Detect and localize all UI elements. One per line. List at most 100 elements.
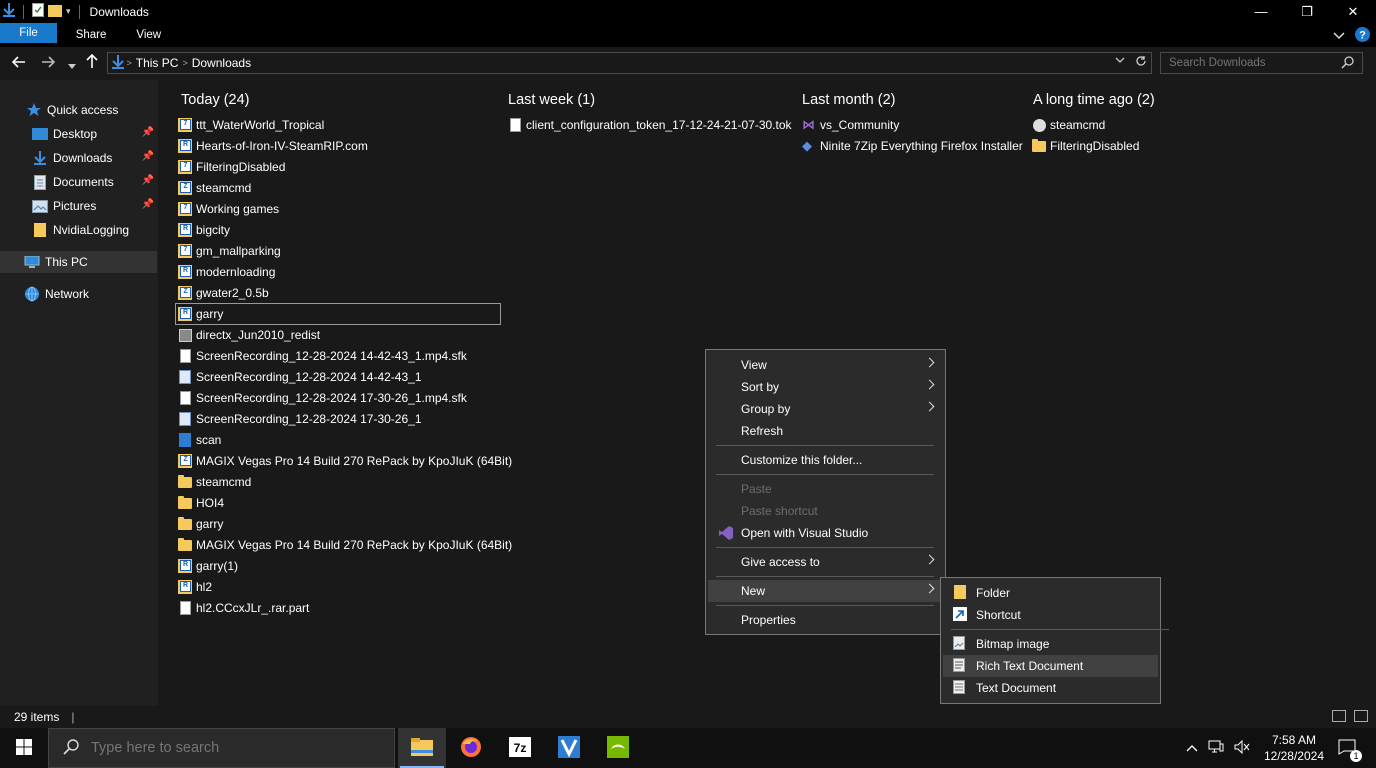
notification-center-icon[interactable]: 1 [1338,739,1362,762]
list-item[interactable]: ttt_WaterWorld_Tropical [178,115,324,135]
menu-item-new-bitmap[interactable]: Bitmap image [943,633,1158,655]
group-header-today[interactable]: Today (24) [181,92,250,108]
search-input[interactable] [1169,57,1339,69]
menu-item-view[interactable]: View [708,354,943,376]
menu-item-give-access[interactable]: Give access to [708,551,943,573]
pin-icon[interactable]: 📌 [142,151,154,162]
list-item[interactable]: garry [175,303,501,325]
list-item[interactable]: Working games [178,199,279,219]
breadcrumb-this-pc[interactable]: This PC [136,56,179,70]
maximize-button[interactable]: ❐ [1284,0,1330,23]
tab-view[interactable]: View [121,23,176,47]
tab-file[interactable]: File [0,23,57,43]
list-item[interactable]: hl2 [178,577,212,597]
list-item[interactable]: modernloading [178,262,275,282]
nav-item-documents[interactable]: Documents 📌 [0,171,157,193]
customize-toolbar-chevron-icon[interactable]: ▾ [66,6,71,17]
start-button[interactable] [0,728,48,768]
list-item[interactable]: ScreenRecording_12-28-2024 14-42-43_1.mp… [178,346,467,366]
show-hidden-icons-chevron-icon[interactable] [1186,741,1198,755]
nav-quick-access[interactable]: Quick access [0,99,157,121]
list-item[interactable]: ScreenRecording_12-28-2024 17-30-26_1.mp… [178,388,467,408]
list-item[interactable]: steamcmd [1032,115,1105,135]
list-item[interactable]: HOI4 [178,493,224,513]
list-item[interactable]: MAGIX Vegas Pro 14 Build 270 RePack by K… [178,535,512,555]
list-item[interactable]: steamcmd [178,178,251,198]
recent-locations-chevron-icon[interactable] [68,57,76,73]
clock[interactable]: 7:58 AM 12/28/2024 [1264,732,1324,764]
list-item[interactable]: bigcity [178,220,230,240]
group-header-long-ago[interactable]: A long time ago (2) [1033,92,1155,108]
address-bar[interactable]: > This PC > Downloads [107,52,1152,74]
menu-item-sort-by[interactable]: Sort by [708,376,943,398]
pin-icon[interactable]: 📌 [142,199,154,210]
breadcrumb-separator-icon[interactable]: > [124,58,132,68]
tab-share[interactable]: Share [61,23,122,47]
list-item[interactable]: directx_Jun2010_redist [178,325,320,345]
list-item[interactable]: garry [178,514,223,534]
list-item[interactable]: Hearts-of-Iron-IV-SteamRIP.com [178,136,368,156]
taskbar-firefox[interactable] [447,728,495,768]
list-item[interactable]: gwater2_0.5b [178,283,269,303]
nav-this-pc[interactable]: This PC [0,251,157,273]
pin-icon[interactable]: 📌 [142,127,154,138]
taskbar-vegas[interactable] [545,728,593,768]
address-history-chevron-icon[interactable] [1115,55,1125,70]
new-folder-icon[interactable] [48,3,62,20]
list-item[interactable]: steamcmd [178,472,251,492]
group-header-last-week[interactable]: Last week (1) [508,92,595,108]
close-button[interactable]: ✕ [1330,0,1376,23]
search-box[interactable] [1160,52,1363,74]
taskbar-search-box[interactable] [48,728,395,768]
list-item[interactable]: ⋈ vs_Community [802,115,899,135]
list-item[interactable]: hl2.CCcxJLr_.rar.part [178,598,309,618]
menu-item-new-shortcut[interactable]: Shortcut [943,604,1158,626]
menu-item-customize-folder[interactable]: Customize this folder... [708,449,943,471]
network-tray-icon[interactable] [1208,740,1224,757]
pin-icon[interactable]: 📌 [142,175,154,186]
list-item[interactable]: ScreenRecording_12-28-2024 17-30-26_1 [178,409,422,429]
breadcrumb-separator-icon[interactable]: > [182,58,187,68]
nav-item-desktop[interactable]: Desktop 📌 [0,123,157,145]
taskbar-nvidia[interactable] [594,728,642,768]
list-item[interactable]: ◆ Ninite 7Zip Everything Firefox Install… [802,136,1023,156]
breadcrumb-downloads[interactable]: Downloads [192,56,251,70]
nav-item-pictures[interactable]: Pictures 📌 [0,195,157,217]
volume-muted-icon[interactable] [1234,739,1250,757]
taskbar-file-explorer[interactable] [398,728,446,768]
taskbar-search-input[interactable] [91,740,371,756]
list-item[interactable]: FilteringDisabled [178,157,285,177]
nav-network[interactable]: Network [0,283,157,305]
list-item[interactable]: MAGIX Vegas Pro 14 Build 270 RePack by K… [178,451,512,471]
refresh-icon[interactable] [1135,55,1147,70]
download-arrow-icon[interactable] [3,3,15,20]
group-header-last-month[interactable]: Last month (2) [802,92,896,108]
menu-item-new[interactable]: New [708,580,943,602]
list-item[interactable]: ScreenRecording_12-28-2024 14-42-43_1 [178,367,422,387]
menu-item-open-with-visual-studio[interactable]: Open with Visual Studio [708,522,943,544]
large-icons-view-icon[interactable] [1354,710,1368,722]
taskbar-7zip[interactable]: 7z [496,728,544,768]
list-item[interactable]: scan [178,430,221,450]
nav-item-nvidialogging[interactable]: NvidiaLogging [0,219,157,241]
nav-item-downloads[interactable]: Downloads 📌 [0,147,157,169]
forward-arrow-icon[interactable] [41,55,56,71]
menu-item-group-by[interactable]: Group by [708,398,943,420]
help-icon[interactable]: ? [1355,27,1370,45]
list-item[interactable]: gm_mallparking [178,241,281,261]
menu-item-refresh[interactable]: Refresh [708,420,943,442]
list-item[interactable]: garry(1) [178,556,238,576]
expand-ribbon-chevron-icon[interactable] [1333,29,1345,43]
list-item[interactable]: client_configuration_token_17-12-24-21-0… [508,115,792,135]
menu-item-properties[interactable]: Properties [708,609,943,631]
menu-item-new-text-document[interactable]: Text Document [943,677,1158,699]
properties-icon[interactable] [32,3,44,20]
search-icon[interactable] [1341,56,1354,72]
menu-item-new-rich-text[interactable]: Rich Text Document [943,655,1158,677]
list-item[interactable]: FilteringDisabled [1032,136,1139,156]
back-arrow-icon[interactable] [11,55,26,71]
minimize-button[interactable]: — [1238,0,1284,23]
up-arrow-icon[interactable] [86,53,98,71]
menu-item-new-folder[interactable]: Folder [943,582,1158,604]
details-view-icon[interactable] [1332,710,1346,722]
